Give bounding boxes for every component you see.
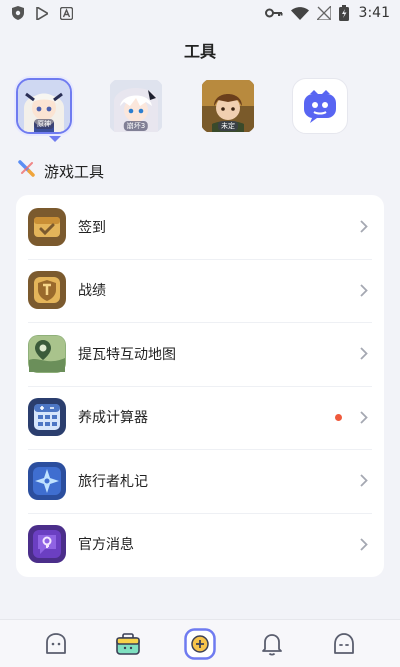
tool-label: 旅行者札记 [78,473,148,490]
chevron-right-icon [360,538,370,551]
game-avatar-genshin[interactable]: 原神 [16,78,72,134]
game-badge: 未定 [218,121,238,131]
nav-home[interactable] [36,624,76,664]
status-time: 3:41 [358,5,390,21]
play-store-icon [36,6,48,20]
tool-item-official-news[interactable]: 官方消息 [16,512,384,577]
game-badge: 崩坏3 [123,121,149,131]
game-badge: 原神 [34,119,54,129]
bell-icon [262,633,282,656]
game-selector: 原神 崩坏3 未定 [16,78,384,142]
home-icon [46,632,66,654]
calculator-icon [28,398,66,437]
chevron-right-icon [360,284,370,297]
pen-icon [18,160,36,182]
notification-dot [335,413,342,421]
no-signal-icon [316,6,331,20]
status-bar: 3:41 [0,0,400,26]
nav-tools[interactable] [108,624,148,664]
key-icon [264,8,283,18]
tool-item-map[interactable]: 提瓦特互动地图 [16,322,384,386]
selected-pointer [49,136,61,142]
game-avatar-discord[interactable] [292,78,348,134]
tool-item-record[interactable]: 战绩 [16,258,384,323]
tool-label: 提瓦特互动地图 [78,346,176,363]
tool-label: 签到 [78,219,106,236]
tool-item-checkin[interactable]: 签到 [16,195,384,259]
section-title: 游戏工具 [44,162,105,181]
page-title: 工具 [183,42,216,61]
section-header: 游戏工具 [18,160,104,182]
chevron-right-icon [360,411,370,424]
app-a-icon [60,6,73,20]
tool-item-calculator[interactable]: 养成计算器 [16,385,384,450]
discord-logo-icon [304,90,336,123]
tool-item-traveler-notes[interactable]: 旅行者札记 [16,449,384,513]
star-compass-icon [28,461,66,500]
nav-notifications[interactable] [252,624,292,664]
wifi-icon [290,6,309,20]
tool-label: 养成计算器 [78,410,148,427]
tool-label: 战绩 [78,283,106,300]
profile-icon [334,632,354,654]
checkin-chest-icon [28,207,66,246]
create-post-icon [184,627,216,660]
battery-icon [338,5,349,21]
tools-list: 签到 战绩 提瓦特互动地图 养成计算器 旅行者札记 官方消息 [16,195,384,577]
shield-icon [12,6,24,20]
toolbox-icon [116,632,140,655]
message-key-icon [28,525,66,564]
chevron-right-icon [360,474,370,487]
game-avatar-honkai[interactable]: 崩坏3 [108,78,164,134]
bottom-navigation [0,619,400,667]
nav-profile[interactable] [324,624,364,664]
map-pin-icon [28,334,66,373]
tool-label: 官方消息 [78,537,134,554]
record-shield-icon [28,271,66,310]
chevron-right-icon [360,347,370,360]
game-avatar-themis[interactable]: 未定 [200,78,256,134]
nav-create-post[interactable] [180,624,220,664]
chevron-right-icon [360,220,370,233]
